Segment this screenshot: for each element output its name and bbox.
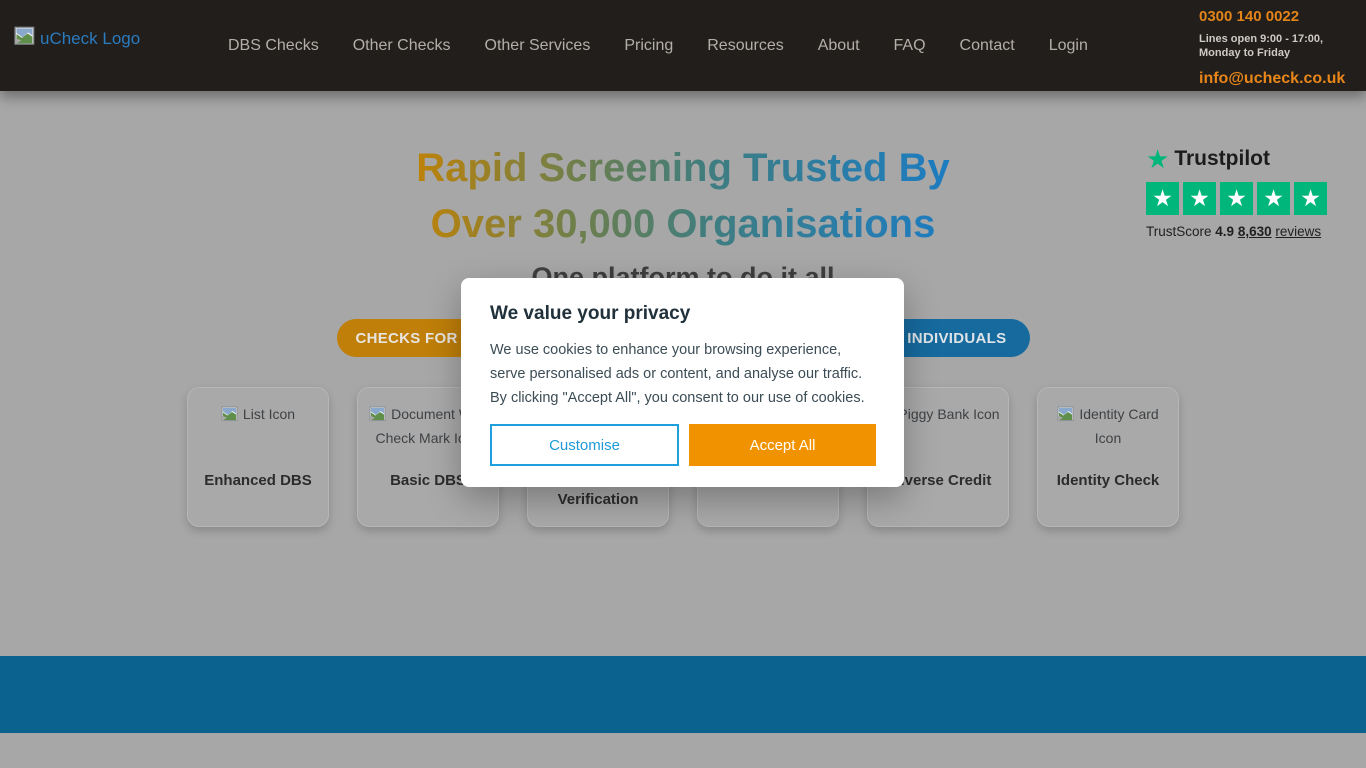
trustscore-line: TrustScore 4.9 8,630 reviews xyxy=(1146,224,1330,239)
card-identity-check[interactable]: Identity Card Icon Identity Check xyxy=(1037,387,1179,527)
star-icon: ★ xyxy=(1146,182,1179,215)
star-icon: ★ xyxy=(1183,182,1216,215)
card-broken-image: List Icon xyxy=(194,404,322,428)
nav-item-contact[interactable]: Contact xyxy=(960,37,1015,55)
star-icon: ★ xyxy=(1220,182,1253,215)
card-label: Enhanced DBS xyxy=(192,471,324,490)
nav-item-dbs-checks[interactable]: DBS Checks xyxy=(228,37,319,55)
cookie-consent-dialog: We value your privacy We use cookies to … xyxy=(461,278,904,487)
opening-hours: Lines open 9:00 - 17:00, Monday to Frida… xyxy=(1199,32,1359,60)
top-navigation-bar: uCheck Logo DBS Checks Other Checks Othe… xyxy=(0,0,1366,91)
broken-image-icon xyxy=(1057,409,1075,425)
trustpilot-widget[interactable]: ★ Trustpilot ★ ★ ★ ★ ★ TrustScore 4.9 8,… xyxy=(1146,146,1330,239)
nav-item-about[interactable]: About xyxy=(818,37,860,55)
card-broken-image: Identity Card Icon xyxy=(1044,404,1172,449)
cookie-dialog-actions: Customise Accept All xyxy=(490,424,876,466)
broken-image-icon xyxy=(221,409,239,425)
trustpilot-rating-stars: ★ ★ ★ ★ ★ xyxy=(1146,182,1330,215)
nav-item-other-checks[interactable]: Other Checks xyxy=(353,37,451,55)
nav-item-resources[interactable]: Resources xyxy=(707,37,783,55)
trustpilot-logo: ★ Trustpilot xyxy=(1146,146,1330,172)
star-icon: ★ xyxy=(1294,182,1327,215)
accept-all-button[interactable]: Accept All xyxy=(689,424,876,466)
card-enhanced-dbs[interactable]: List Icon Enhanced DBS xyxy=(187,387,329,527)
nav-item-other-services[interactable]: Other Services xyxy=(485,37,591,55)
star-icon: ★ xyxy=(1257,182,1290,215)
card-label: Identity Check xyxy=(1042,471,1174,490)
broken-image-icon xyxy=(369,409,387,425)
nav-item-faq[interactable]: FAQ xyxy=(894,37,926,55)
cookie-dialog-body: We use cookies to enhance your browsing … xyxy=(490,338,876,410)
nav-item-login[interactable]: Login xyxy=(1049,37,1088,55)
ucheck-logo[interactable]: uCheck Logo xyxy=(14,26,140,51)
reviews-label: reviews xyxy=(1275,224,1321,239)
cookie-dialog-title: We value your privacy xyxy=(490,303,876,325)
nav-item-pricing[interactable]: Pricing xyxy=(624,37,673,55)
email-link[interactable]: info@ucheck.co.uk xyxy=(1199,70,1359,88)
main-nav: DBS Checks Other Checks Other Services P… xyxy=(228,0,1088,91)
broken-image-icon xyxy=(14,26,36,51)
trustscore-value: 4.9 xyxy=(1215,224,1234,239)
customise-button[interactable]: Customise xyxy=(490,424,679,466)
clients-bar: Some of our clients xyxy=(0,656,1366,733)
phone-number-link[interactable]: 0300 140 0022 xyxy=(1199,8,1359,25)
logo-alt-text: uCheck Logo xyxy=(40,29,140,49)
header-contact-block: 0300 140 0022 Lines open 9:00 - 17:00, M… xyxy=(1199,8,1359,88)
reviews-count: 8,630 xyxy=(1238,224,1272,239)
trustpilot-star-icon: ★ xyxy=(1146,146,1169,172)
